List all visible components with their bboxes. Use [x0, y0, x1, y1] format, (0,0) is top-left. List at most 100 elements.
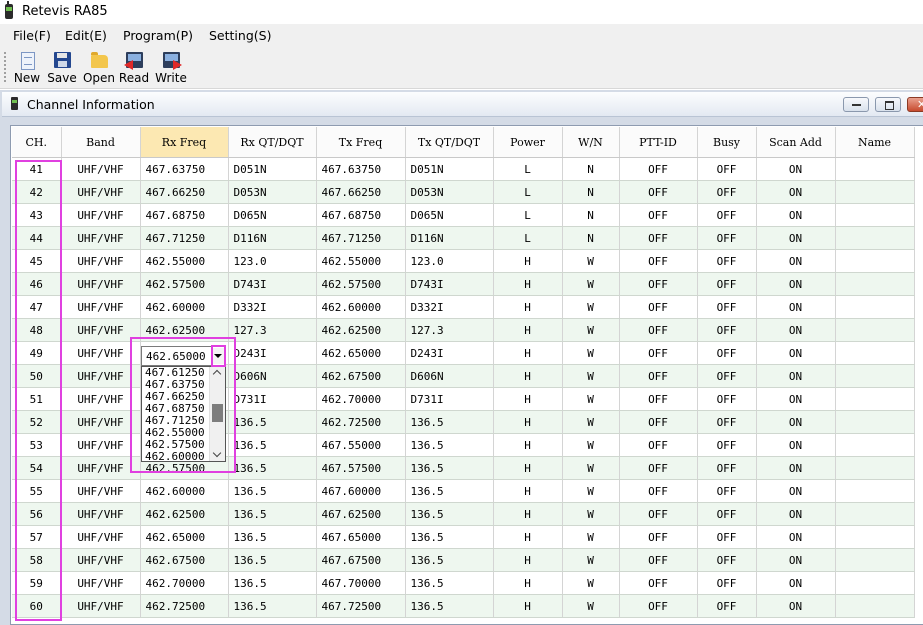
cell-band[interactable]: UHF/VHF	[61, 410, 141, 434]
cell-busy[interactable]: OFF	[697, 295, 757, 319]
cell-ptt-id[interactable]: OFF	[619, 203, 698, 227]
cell-tx-qt-dqt[interactable]: D243I	[405, 341, 494, 365]
table-row[interactable]: 47 UHF/VHF 462.60000 D332I 462.60000 D332I H W O…	[12, 295, 915, 319]
cell-w-n[interactable]: W	[562, 272, 620, 296]
cell-rx-qt-dqt[interactable]: D051N	[228, 157, 317, 181]
column-header-busy[interactable]: Busy	[697, 127, 757, 158]
cell-busy[interactable]: OFF	[697, 525, 757, 549]
cell-power[interactable]: H	[493, 479, 563, 503]
cell-w-n[interactable]: W	[562, 364, 620, 388]
cell-name[interactable]	[835, 387, 915, 411]
cell-ch[interactable]: 56	[12, 502, 62, 526]
cell-ch[interactable]: 45	[12, 249, 62, 273]
cell-busy[interactable]: OFF	[697, 157, 757, 181]
cell-busy[interactable]: OFF	[697, 364, 757, 388]
cell-power[interactable]: H	[493, 341, 563, 365]
cell-ch[interactable]: 54	[12, 456, 62, 480]
cell-tx-qt-dqt[interactable]: 136.5	[405, 571, 494, 595]
cell-busy[interactable]: OFF	[697, 203, 757, 227]
cell-power[interactable]: H	[493, 433, 563, 457]
cell-power[interactable]: H	[493, 502, 563, 526]
column-header-tx-freq[interactable]: Tx Freq	[316, 127, 406, 158]
cell-rx-freq[interactable]: 467.71250	[140, 226, 229, 250]
read-button[interactable]: Read	[118, 50, 150, 86]
cell-name[interactable]	[835, 479, 915, 503]
cell-rx-freq[interactable]: 462.70000	[140, 571, 229, 595]
cell-power[interactable]: H	[493, 318, 563, 342]
cell-ptt-id[interactable]: OFF	[619, 272, 698, 296]
cell-tx-qt-dqt[interactable]: D053N	[405, 180, 494, 204]
cell-tx-freq[interactable]: 467.62500	[316, 502, 406, 526]
cell-name[interactable]	[835, 548, 915, 572]
cell-w-n[interactable]: W	[562, 594, 620, 618]
cell-power[interactable]: H	[493, 456, 563, 480]
cell-rx-freq[interactable]: 462.60000	[140, 479, 229, 503]
cell-tx-freq[interactable]: 467.55000	[316, 433, 406, 457]
cell-power[interactable]: H	[493, 272, 563, 296]
cell-tx-qt-dqt[interactable]: 136.5	[405, 433, 494, 457]
cell-rx-qt-dqt[interactable]: 136.5	[228, 594, 317, 618]
cell-ptt-id[interactable]: OFF	[619, 318, 698, 342]
cell-ch[interactable]: 53	[12, 433, 62, 457]
chevron-down-icon[interactable]	[211, 348, 224, 364]
cell-tx-freq[interactable]: 467.66250	[316, 180, 406, 204]
cell-rx-freq[interactable]: 462.67500	[140, 548, 229, 572]
cell-ch[interactable]: 57	[12, 525, 62, 549]
cell-ptt-id[interactable]: OFF	[619, 594, 698, 618]
cell-w-n[interactable]: W	[562, 341, 620, 365]
cell-ptt-id[interactable]: OFF	[619, 433, 698, 457]
cell-rx-freq[interactable]: 462.65000	[140, 525, 229, 549]
cell-rx-freq[interactable]: 462.60000	[140, 295, 229, 319]
table-row[interactable]: 45 UHF/VHF 462.55000 123.0 462.55000 123.0 H W O…	[12, 249, 915, 273]
column-header-tx-qt-dqt[interactable]: Tx QT/DQT	[405, 127, 494, 158]
table-row[interactable]: 56 UHF/VHF 462.62500 136.5 467.62500 136.5 H W O…	[12, 502, 915, 526]
cell-rx-freq[interactable]: 462.62500	[140, 318, 229, 342]
table-row[interactable]: 44 UHF/VHF 467.71250 D116N 467.71250 D116N L N O…	[12, 226, 915, 250]
cell-tx-freq[interactable]: 467.67500	[316, 548, 406, 572]
cell-rx-freq[interactable]: 467.66250	[140, 180, 229, 204]
cell-scan-add[interactable]: ON	[756, 456, 836, 480]
cell-scan-add[interactable]: ON	[756, 410, 836, 434]
cell-scan-add[interactable]: ON	[756, 318, 836, 342]
cell-power[interactable]: H	[493, 387, 563, 411]
cell-tx-freq[interactable]: 462.70000	[316, 387, 406, 411]
cell-name[interactable]	[835, 341, 915, 365]
cell-rx-qt-dqt[interactable]: D065N	[228, 203, 317, 227]
cell-scan-add[interactable]: ON	[756, 387, 836, 411]
cell-ch[interactable]: 55	[12, 479, 62, 503]
cell-tx-freq[interactable]: 467.70000	[316, 571, 406, 595]
cell-name[interactable]	[835, 157, 915, 181]
table-row[interactable]: 55 UHF/VHF 462.60000 136.5 467.60000 136.5 H W O…	[12, 479, 915, 503]
cell-name[interactable]	[835, 433, 915, 457]
cell-tx-freq[interactable]: 467.57500	[316, 456, 406, 480]
cell-ptt-id[interactable]: OFF	[619, 226, 698, 250]
cell-rx-qt-dqt[interactable]: 123.0	[228, 249, 317, 273]
cell-band[interactable]: UHF/VHF	[61, 295, 141, 319]
cell-tx-freq[interactable]: 467.63750	[316, 157, 406, 181]
cell-w-n[interactable]: W	[562, 249, 620, 273]
cell-w-n[interactable]: W	[562, 548, 620, 572]
cell-ch[interactable]: 42	[12, 180, 62, 204]
cell-band[interactable]: UHF/VHF	[61, 249, 141, 273]
restore-button[interactable]	[875, 97, 901, 112]
table-row[interactable]: 58 UHF/VHF 462.67500 136.5 467.67500 136.5 H W O…	[12, 548, 915, 572]
cell-rx-qt-dqt[interactable]: 136.5	[228, 502, 317, 526]
cell-power[interactable]: H	[493, 525, 563, 549]
cell-ptt-id[interactable]: OFF	[619, 502, 698, 526]
cell-power[interactable]: H	[493, 410, 563, 434]
cell-busy[interactable]: OFF	[697, 226, 757, 250]
cell-tx-qt-dqt[interactable]: 123.0	[405, 249, 494, 273]
cell-w-n[interactable]: W	[562, 318, 620, 342]
cell-tx-qt-dqt[interactable]: 136.5	[405, 548, 494, 572]
cell-busy[interactable]: OFF	[697, 548, 757, 572]
cell-ptt-id[interactable]: OFF	[619, 364, 698, 388]
cell-scan-add[interactable]: ON	[756, 203, 836, 227]
cell-tx-freq[interactable]: 467.71250	[316, 226, 406, 250]
cell-tx-freq[interactable]: 462.60000	[316, 295, 406, 319]
cell-rx-qt-dqt[interactable]: D332I	[228, 295, 317, 319]
cell-ptt-id[interactable]: OFF	[619, 410, 698, 434]
cell-name[interactable]	[835, 295, 915, 319]
scroll-thumb[interactable]	[212, 404, 223, 422]
cell-rx-qt-dqt[interactable]: 136.5	[228, 479, 317, 503]
cell-scan-add[interactable]: ON	[756, 226, 836, 250]
